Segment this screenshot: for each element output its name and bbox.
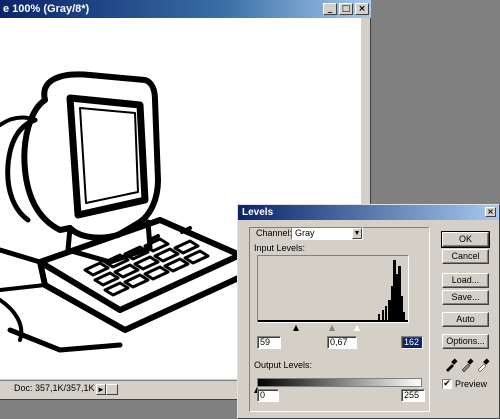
input-levels-label: Input Levels: [254, 243, 306, 253]
preview-checkbox[interactable]: ✔ [442, 379, 452, 389]
input-white-handle[interactable] [354, 325, 360, 331]
input-gamma-field[interactable]: 0,67 [327, 336, 357, 349]
chevron-down-icon[interactable]: ▼ [352, 228, 362, 239]
load-button[interactable]: Load... [442, 273, 489, 288]
output-gradient-bar [257, 378, 422, 387]
input-white-field[interactable]: 162 [401, 336, 423, 349]
levels-title: Levels [242, 207, 274, 218]
cancel-button[interactable]: Cancel [442, 249, 489, 264]
document-size-info: Doc: 357,1K/357,1K [14, 383, 95, 393]
eyedropper-white-icon[interactable] [477, 358, 490, 372]
save-button[interactable]: Save... [442, 290, 489, 305]
eyedropper-tools [446, 358, 490, 372]
levels-dialog: Levels × Channel: Gray ▼ Input Levels: 5… [237, 204, 500, 419]
input-black-field[interactable]: 59 [257, 336, 281, 349]
options-button[interactable]: Options... [442, 334, 489, 349]
input-gamma-handle[interactable] [329, 325, 335, 331]
histogram [257, 255, 409, 323]
eyedropper-black-icon[interactable] [446, 358, 458, 372]
preview-label: Preview [455, 379, 488, 389]
histogram-graph [258, 260, 408, 322]
auto-button[interactable]: Auto [442, 312, 489, 327]
minimize-button[interactable]: _ [323, 3, 337, 15]
input-black-handle[interactable] [293, 325, 299, 331]
status-menu-arrow-icon[interactable]: ► [96, 384, 106, 395]
document-title: e 100% (Gray/8*) [3, 3, 90, 15]
output-white-field[interactable]: 255 [401, 389, 425, 402]
output-black-field[interactable]: 0 [257, 389, 279, 402]
channel-label: Channel: [256, 228, 293, 238]
eyedropper-gray-icon[interactable] [461, 358, 474, 372]
document-titlebar[interactable]: e 100% (Gray/8*) _ □ × [0, 0, 371, 18]
channel-value: Gray [295, 228, 315, 238]
output-levels-slider[interactable] [254, 387, 423, 395]
levels-titlebar[interactable]: Levels × [238, 205, 499, 220]
channel-select[interactable]: Gray ▼ [291, 227, 363, 240]
maximize-button[interactable]: □ [339, 3, 353, 15]
levels-close-button[interactable]: × [485, 207, 496, 217]
input-levels-slider[interactable] [257, 325, 409, 333]
horizontal-scrollbar[interactable] [106, 384, 118, 395]
output-levels-label: Output Levels: [254, 360, 313, 370]
close-button[interactable]: × [355, 3, 369, 15]
ok-button[interactable]: OK [441, 231, 490, 248]
